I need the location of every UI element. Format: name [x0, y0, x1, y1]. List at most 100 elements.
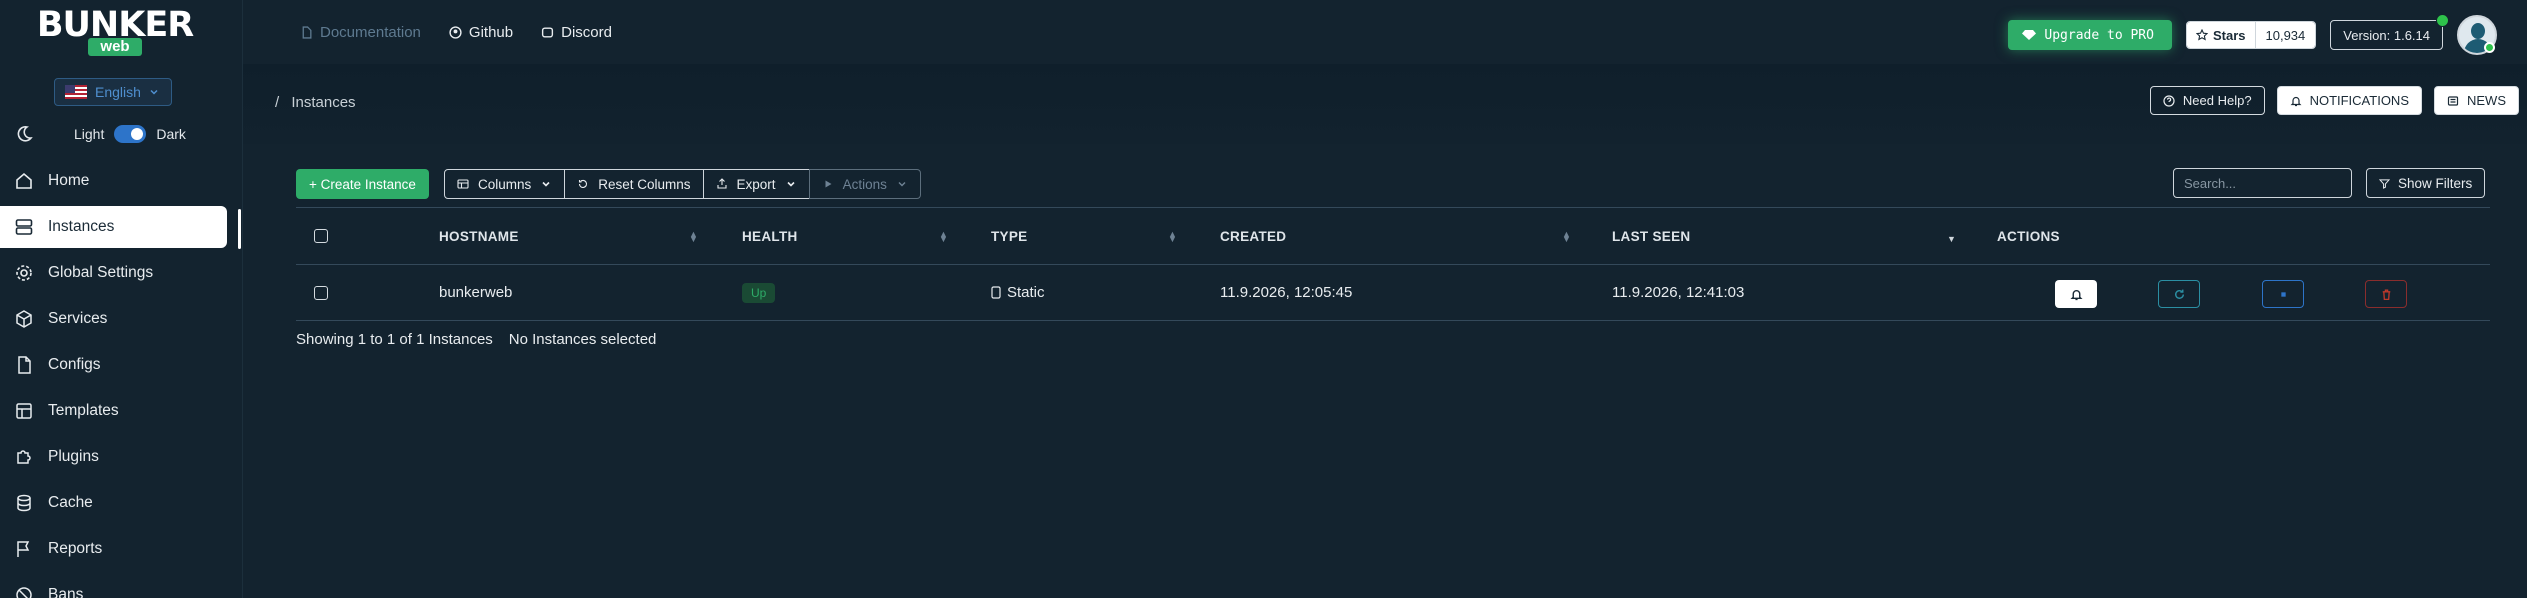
github-stars[interactable]: Stars 10,934: [2185, 21, 2317, 49]
github-label: Github: [468, 23, 514, 41]
search-input[interactable]: [2173, 168, 2352, 198]
notifications-label: NOTIFICATIONS: [2309, 93, 2409, 108]
status-dot: [2436, 14, 2449, 27]
sidebar-item-instances[interactable]: Instances: [0, 206, 227, 248]
row-select-cell: [314, 265, 328, 320]
flag-icon: [17, 541, 30, 557]
version-badge[interactable]: Version: 1.6.14: [2330, 14, 2449, 50]
column-header-actions: ACTIONS: [1997, 228, 2060, 244]
discord-link[interactable]: Discord: [541, 24, 612, 41]
sort-icon[interactable]: ▲ ▼: [1168, 230, 1177, 244]
sort-icon[interactable]: ▲ ▼: [1562, 230, 1571, 244]
filter-icon: [2379, 178, 2390, 189]
theme-toggle[interactable]: [114, 125, 147, 143]
gear-icon: [16, 265, 32, 281]
type-label: Static: [1007, 284, 1045, 301]
column-header-hostname[interactable]: HOSTNAME: [439, 208, 519, 264]
chevron-down-icon: [898, 182, 906, 187]
sidebar-item-cache[interactable]: Cache: [0, 482, 243, 524]
document-icon: [302, 25, 312, 39]
star-icon: [2195, 29, 2208, 41]
sidebar-item-label: Home: [48, 172, 90, 189]
newspaper-icon: [2447, 95, 2459, 106]
upgrade-label: Upgrade to PRO: [2044, 27, 2154, 43]
showing-info: Showing 1 to 1 of 1 Instances: [296, 331, 493, 348]
select-all-checkbox[interactable]: [314, 229, 328, 243]
column-header-last-seen[interactable]: LAST SEEN: [1612, 208, 1690, 264]
layout-icon: [16, 403, 32, 419]
bell-icon: [2290, 96, 2302, 106]
select-all-cell: [314, 208, 328, 264]
sidebar-nav: Home Instances Global Settings Services …: [0, 160, 243, 598]
health-badge: Up: [742, 282, 776, 303]
github-link[interactable]: Github: [449, 24, 513, 41]
show-filters-label: Show Filters: [2398, 175, 2473, 191]
stars-label: Stars: [2212, 27, 2246, 43]
delete-button[interactable]: [2365, 280, 2407, 308]
sidebar-item-label: Instances: [48, 218, 115, 235]
static-icon: [991, 286, 1001, 299]
table-icon: [457, 179, 469, 189]
show-filters-button[interactable]: Show Filters: [2366, 168, 2486, 198]
sidebar-item-templates[interactable]: Templates: [0, 390, 243, 432]
table-actions-group: Columns Reset Columns Export Actions: [443, 169, 921, 199]
column-header-health[interactable]: HEALTH: [742, 208, 798, 264]
upgrade-pro-button[interactable]: Upgrade to PRO: [2008, 20, 2172, 50]
moon-icon: [17, 126, 33, 142]
sidebar-item-label: Services: [48, 310, 108, 327]
sort-icon[interactable]: ▲ ▼: [939, 230, 948, 244]
column-header-created[interactable]: CREATED: [1220, 208, 1286, 264]
bunkerweb-logo[interactable]: BUNKER web: [36, 8, 194, 56]
topbar-right: Upgrade to PRO Stars 10,934 Version: 1.6…: [2008, 14, 2497, 55]
language-label: English: [95, 84, 141, 100]
top-links: Documentation Github Discord: [300, 24, 612, 41]
actions-label: Actions: [842, 176, 887, 192]
documentation-link[interactable]: Documentation: [300, 24, 421, 41]
discord-label: Discord: [561, 23, 612, 41]
actions-button[interactable]: Actions: [808, 169, 921, 199]
column-header-type[interactable]: TYPE: [991, 208, 1027, 264]
reset-columns-label: Reset Columns: [598, 176, 691, 192]
reload-button[interactable]: [2158, 280, 2200, 308]
news-button[interactable]: NEWS: [2434, 86, 2519, 115]
language-select[interactable]: English: [54, 78, 172, 106]
health-cell: Up: [742, 265, 776, 320]
export-label: Export: [736, 176, 776, 192]
header-buttons: Need Help? NOTIFICATIONS NEWS: [2149, 86, 2519, 115]
export-button[interactable]: Export: [702, 169, 810, 199]
ban-icon: [16, 587, 32, 598]
us-flag-icon: [65, 85, 87, 99]
stars-button[interactable]: Stars: [2186, 22, 2256, 48]
stop-button[interactable]: [2262, 280, 2304, 308]
ping-button[interactable]: [2055, 280, 2097, 308]
topbar: Documentation Github Discord Upgrade to …: [270, 0, 2527, 64]
reset-icon: [579, 179, 588, 188]
create-instance-button[interactable]: + Create Instance: [296, 169, 429, 199]
table-row[interactable]: bunkerweb Up Static 11.9.2026, 12:05:45 …: [296, 264, 2490, 321]
columns-label: Columns: [477, 176, 532, 192]
sidebar-item-plugins[interactable]: Plugins: [0, 436, 243, 478]
home-icon: [16, 172, 32, 189]
sidebar-item-label: Configs: [48, 356, 101, 373]
server-icon: [15, 219, 33, 235]
sort-icon[interactable]: ▲ ▼: [689, 230, 698, 244]
chevron-down-icon: [786, 181, 795, 187]
sidebar-item-home[interactable]: Home: [0, 160, 243, 202]
columns-button[interactable]: Columns: [443, 169, 566, 199]
sidebar-item-label: Cache: [48, 494, 93, 511]
sidebar: BUNKER web English Light Dark Home Insta…: [0, 0, 243, 598]
reset-columns-button[interactable]: Reset Columns: [564, 169, 704, 199]
sidebar-item-configs[interactable]: Configs: [0, 344, 243, 386]
sidebar-item-bans[interactable]: Bans: [0, 574, 243, 598]
sidebar-item-services[interactable]: Services: [0, 298, 243, 340]
sidebar-item-global-settings[interactable]: Global Settings: [0, 252, 243, 294]
sidebar-item-reports[interactable]: Reports: [0, 528, 243, 570]
notifications-button[interactable]: NOTIFICATIONS: [2276, 86, 2422, 115]
need-help-button[interactable]: Need Help?: [2149, 86, 2265, 115]
sidebar-item-label: Plugins: [48, 448, 99, 465]
stars-count[interactable]: 10,934: [2255, 22, 2316, 48]
logo-word-web: web: [88, 38, 142, 56]
row-checkbox[interactable]: [314, 285, 328, 300]
type-cell: Static: [991, 265, 1045, 320]
sort-desc-icon[interactable]: ▼: [1947, 235, 1956, 244]
